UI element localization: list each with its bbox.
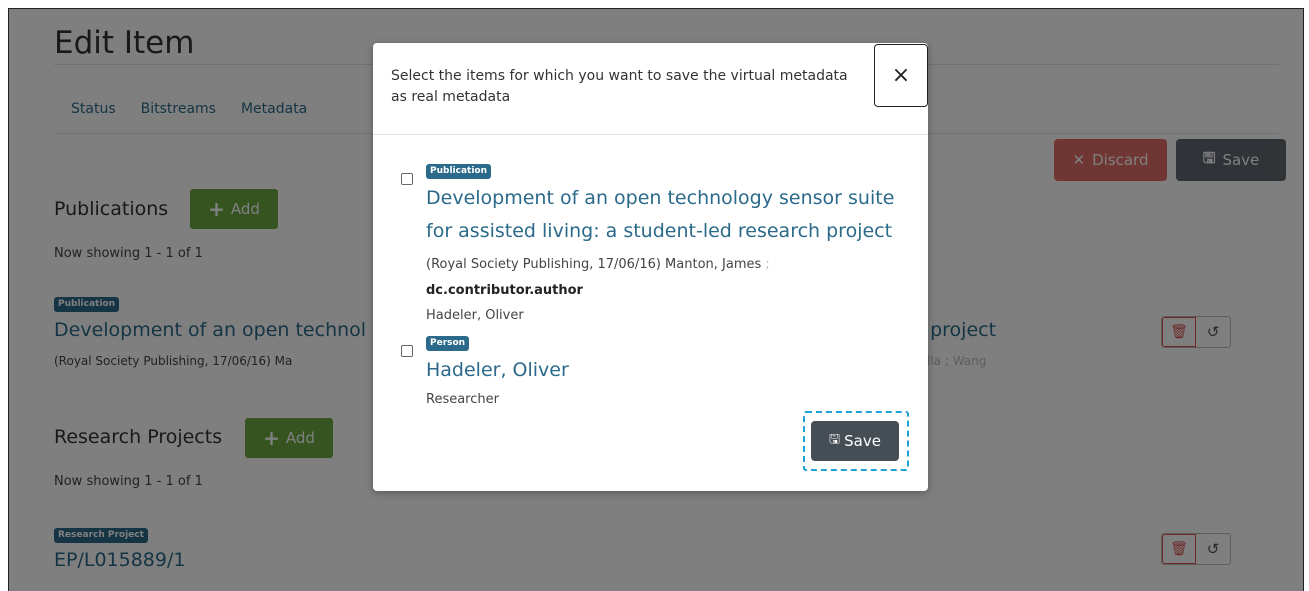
modal-publication-meta-text: (Royal Society Publishing, 17/06/16) Man… [426, 257, 762, 272]
modal-metadata-value: Hadeler, Oliver [426, 308, 524, 323]
modal-publication-title-line2[interactable]: for assisted living: a student-led resea… [426, 216, 892, 247]
modal-publication-meta: (Royal Society Publishing, 17/06/16) Man… [426, 257, 770, 272]
browser-frame: Edit Item Status Bitstreams Metadata ✕ D… [8, 8, 1304, 591]
publication-checkbox[interactable] [401, 173, 413, 185]
close-icon: × [891, 63, 911, 88]
modal-person-role: Researcher [426, 392, 499, 407]
modal-publication-title-line1[interactable]: Development of an open technology sensor… [426, 183, 894, 214]
modal-person-badge: Person [426, 336, 470, 351]
modal-publication-badge: Publication [426, 164, 492, 179]
modal-title: Select the items for which you want to s… [391, 68, 848, 105]
modal-save-label: Save [844, 432, 881, 450]
floppy-disk-icon: 🖫 [829, 432, 841, 447]
virtual-metadata-modal: Select the items for which you want to s… [373, 43, 928, 491]
modal-header: Select the items for which you want to s… [373, 43, 928, 135]
modal-publication-meta-faded: ; [761, 257, 770, 272]
close-button[interactable]: × [874, 44, 928, 107]
modal-person-title[interactable]: Hadeler, Oliver [426, 355, 569, 386]
person-checkbox[interactable] [401, 345, 413, 357]
modal-save-button[interactable]: 🖫 Save [811, 421, 899, 461]
modal-metadata-field: dc.contributor.author [426, 283, 583, 298]
